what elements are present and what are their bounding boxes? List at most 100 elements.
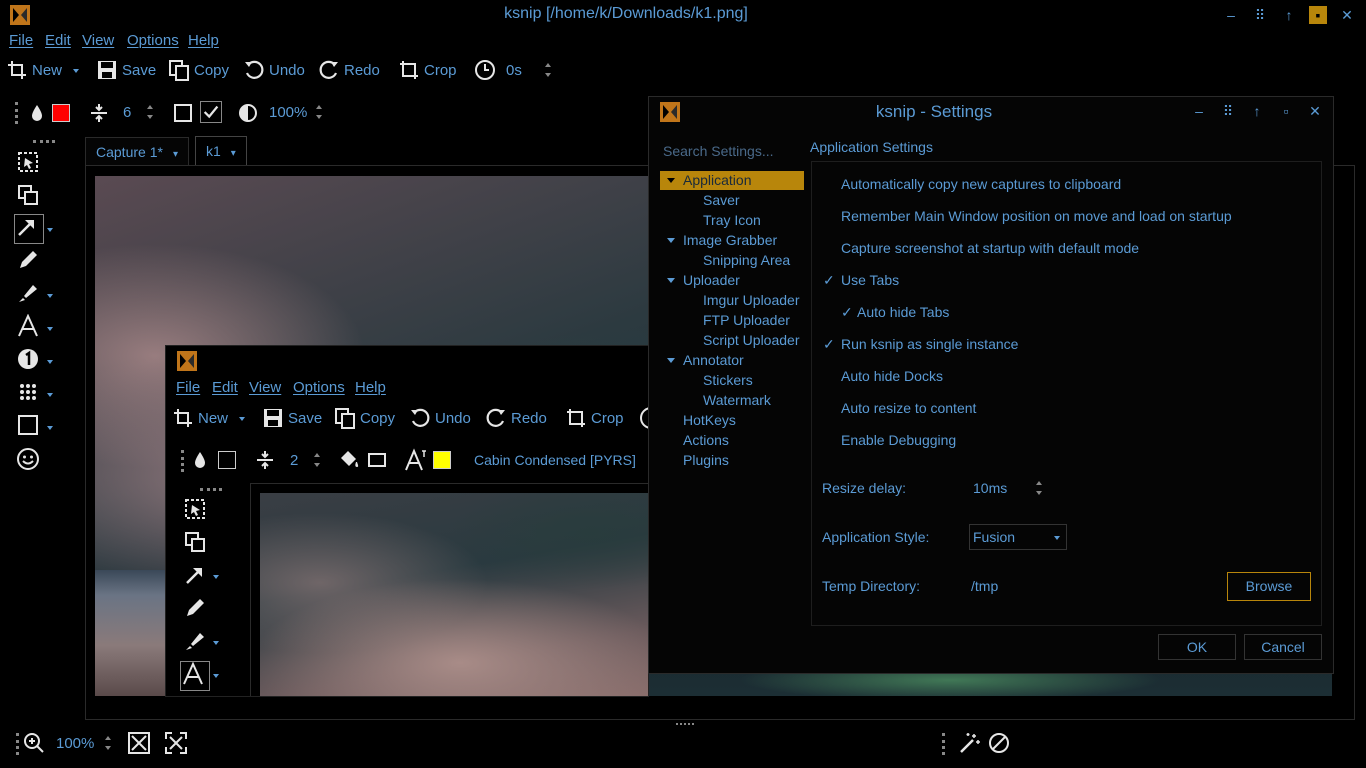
menu-edit[interactable]: Edit: [212, 379, 238, 396]
undo-button[interactable]: Undo: [243, 59, 305, 81]
text-tool-dropdown[interactable]: [213, 674, 219, 678]
fit-to-window-icon[interactable]: [127, 731, 151, 755]
select-tool-icon[interactable]: [183, 497, 207, 521]
style-select[interactable]: Fusion: [969, 524, 1067, 550]
text-color-swatch[interactable]: [433, 451, 451, 469]
tree-item-annotator[interactable]: Annotator: [683, 352, 744, 368]
keep-below-button[interactable]: ⠿: [1251, 6, 1269, 24]
single-instance-check-icon[interactable]: ✓: [823, 336, 835, 353]
browse-button[interactable]: Browse: [1227, 572, 1311, 601]
temp-dir-value[interactable]: /tmp: [971, 578, 998, 594]
tree-item-hotkeys[interactable]: HotKeys: [683, 412, 736, 428]
opacity-spinner[interactable]: [314, 101, 324, 123]
text-tool-dropdown[interactable]: [47, 327, 53, 331]
copy-button[interactable]: Copy: [168, 59, 229, 81]
border-icon[interactable]: [365, 448, 389, 472]
arrow-tool-dropdown[interactable]: [47, 228, 53, 232]
tree-item-script-uploader[interactable]: Script Uploader: [703, 332, 800, 348]
pen-tool-icon[interactable]: [183, 596, 207, 620]
tab-capture-1[interactable]: Capture 1* ▾: [85, 137, 189, 165]
blur-tool-icon[interactable]: [16, 380, 40, 404]
delay-control[interactable]: 0s: [474, 59, 522, 81]
resize-delay-value[interactable]: 10ms: [973, 480, 1007, 496]
tree-item-imgur-uploader[interactable]: Imgur Uploader: [703, 292, 800, 308]
tree-item-actions[interactable]: Actions: [683, 432, 729, 448]
duplicate-tool-icon[interactable]: [16, 183, 40, 207]
zoom-value[interactable]: 100%: [56, 735, 94, 752]
tree-item-stickers[interactable]: Stickers: [703, 372, 753, 388]
expand-arrow-icon[interactable]: [667, 178, 675, 183]
maximize-button[interactable]: ▫: [1277, 102, 1295, 120]
option-auto-hide-docks[interactable]: Auto hide Docks: [841, 368, 943, 384]
sticker-tool-icon[interactable]: [16, 447, 40, 471]
menu-view[interactable]: View: [82, 32, 114, 49]
inner-capture-image[interactable]: [260, 493, 648, 696]
tree-item-snipping-area[interactable]: Snipping Area: [703, 252, 790, 268]
minimize-button[interactable]: –: [1222, 6, 1240, 24]
palette-grip[interactable]: [33, 140, 55, 143]
close-button[interactable]: ✕: [1306, 102, 1324, 120]
new-dropdown-arrow[interactable]: [73, 69, 79, 73]
opacity-value[interactable]: 100%: [269, 104, 307, 121]
number-tool-dropdown[interactable]: [47, 360, 53, 364]
duplicate-tool-icon[interactable]: [183, 530, 207, 554]
keep-above-button[interactable]: ↑: [1280, 6, 1298, 24]
option-use-tabs[interactable]: Use Tabs: [841, 272, 899, 288]
menu-edit[interactable]: Edit: [45, 32, 71, 49]
maximize-button[interactable]: ▪: [1309, 6, 1327, 24]
fill-icon[interactable]: [337, 448, 361, 472]
close-button[interactable]: ✕: [1338, 6, 1356, 24]
marker-tool-icon[interactable]: [183, 629, 207, 653]
menu-file[interactable]: File: [9, 32, 33, 49]
keep-below-button[interactable]: ⠿: [1219, 102, 1237, 120]
blur-tool-dropdown[interactable]: [47, 393, 53, 397]
drag-handle[interactable]: [181, 450, 184, 472]
font-icon[interactable]: [404, 448, 428, 472]
tree-item-plugins[interactable]: Plugins: [683, 452, 729, 468]
menu-file[interactable]: File: [176, 379, 200, 396]
tab-k1[interactable]: k1 ▾: [195, 136, 247, 166]
fill-type-icon[interactable]: [171, 101, 195, 125]
keep-above-button[interactable]: ↑: [1248, 102, 1266, 120]
save-button[interactable]: Save: [262, 407, 322, 429]
menu-view[interactable]: View: [249, 379, 281, 396]
menu-help[interactable]: Help: [355, 379, 386, 396]
redo-button[interactable]: Redo: [318, 59, 380, 81]
use-tabs-check-icon[interactable]: ✓: [823, 272, 835, 289]
option-enable-debugging[interactable]: Enable Debugging: [841, 432, 956, 448]
menu-options[interactable]: Options: [293, 379, 345, 396]
option-auto-hide-tabs[interactable]: Auto hide Tabs: [857, 304, 949, 320]
option-capture-at-startup[interactable]: Capture screenshot at startup with defau…: [841, 240, 1139, 256]
tree-item-saver[interactable]: Saver: [703, 192, 740, 208]
width-spinner[interactable]: [145, 101, 155, 123]
palette-grip[interactable]: [200, 488, 222, 491]
new-button[interactable]: New: [172, 407, 228, 429]
tree-item-tray-icon[interactable]: Tray Icon: [703, 212, 761, 228]
new-dropdown-arrow[interactable]: [239, 417, 245, 421]
option-single-instance[interactable]: Run ksnip as single instance: [841, 336, 1018, 352]
tree-item-uploader[interactable]: Uploader: [683, 272, 740, 288]
new-button[interactable]: New: [6, 59, 62, 81]
statusbar-right-grip[interactable]: [942, 733, 945, 755]
font-name[interactable]: Cabin Condensed [PYRS]: [474, 452, 636, 468]
cancel-edit-icon[interactable]: [987, 731, 1011, 755]
drag-handle[interactable]: [15, 102, 18, 124]
minimize-button[interactable]: –: [1190, 102, 1208, 120]
zoom-icon[interactable]: [22, 731, 46, 755]
copy-button[interactable]: Copy: [334, 407, 395, 429]
auto-hide-tabs-check-icon[interactable]: ✓: [841, 304, 853, 321]
tree-item-image-grabber[interactable]: Image Grabber: [683, 232, 777, 248]
option-auto-resize[interactable]: Auto resize to content: [841, 400, 976, 416]
crop-button[interactable]: Crop: [565, 407, 624, 429]
color-swatch[interactable]: [218, 451, 236, 469]
expand-arrow-icon[interactable]: [667, 358, 675, 363]
crop-button[interactable]: Crop: [398, 59, 457, 81]
expand-arrow-icon[interactable]: [667, 238, 675, 243]
menu-options[interactable]: Options: [127, 32, 179, 49]
undo-button[interactable]: Undo: [409, 407, 471, 429]
width-value[interactable]: 2: [290, 452, 298, 469]
width-spinner[interactable]: [312, 449, 322, 471]
color-swatch[interactable]: [52, 104, 70, 122]
number-tool-icon[interactable]: [16, 347, 40, 371]
marker-tool-dropdown[interactable]: [47, 294, 53, 298]
